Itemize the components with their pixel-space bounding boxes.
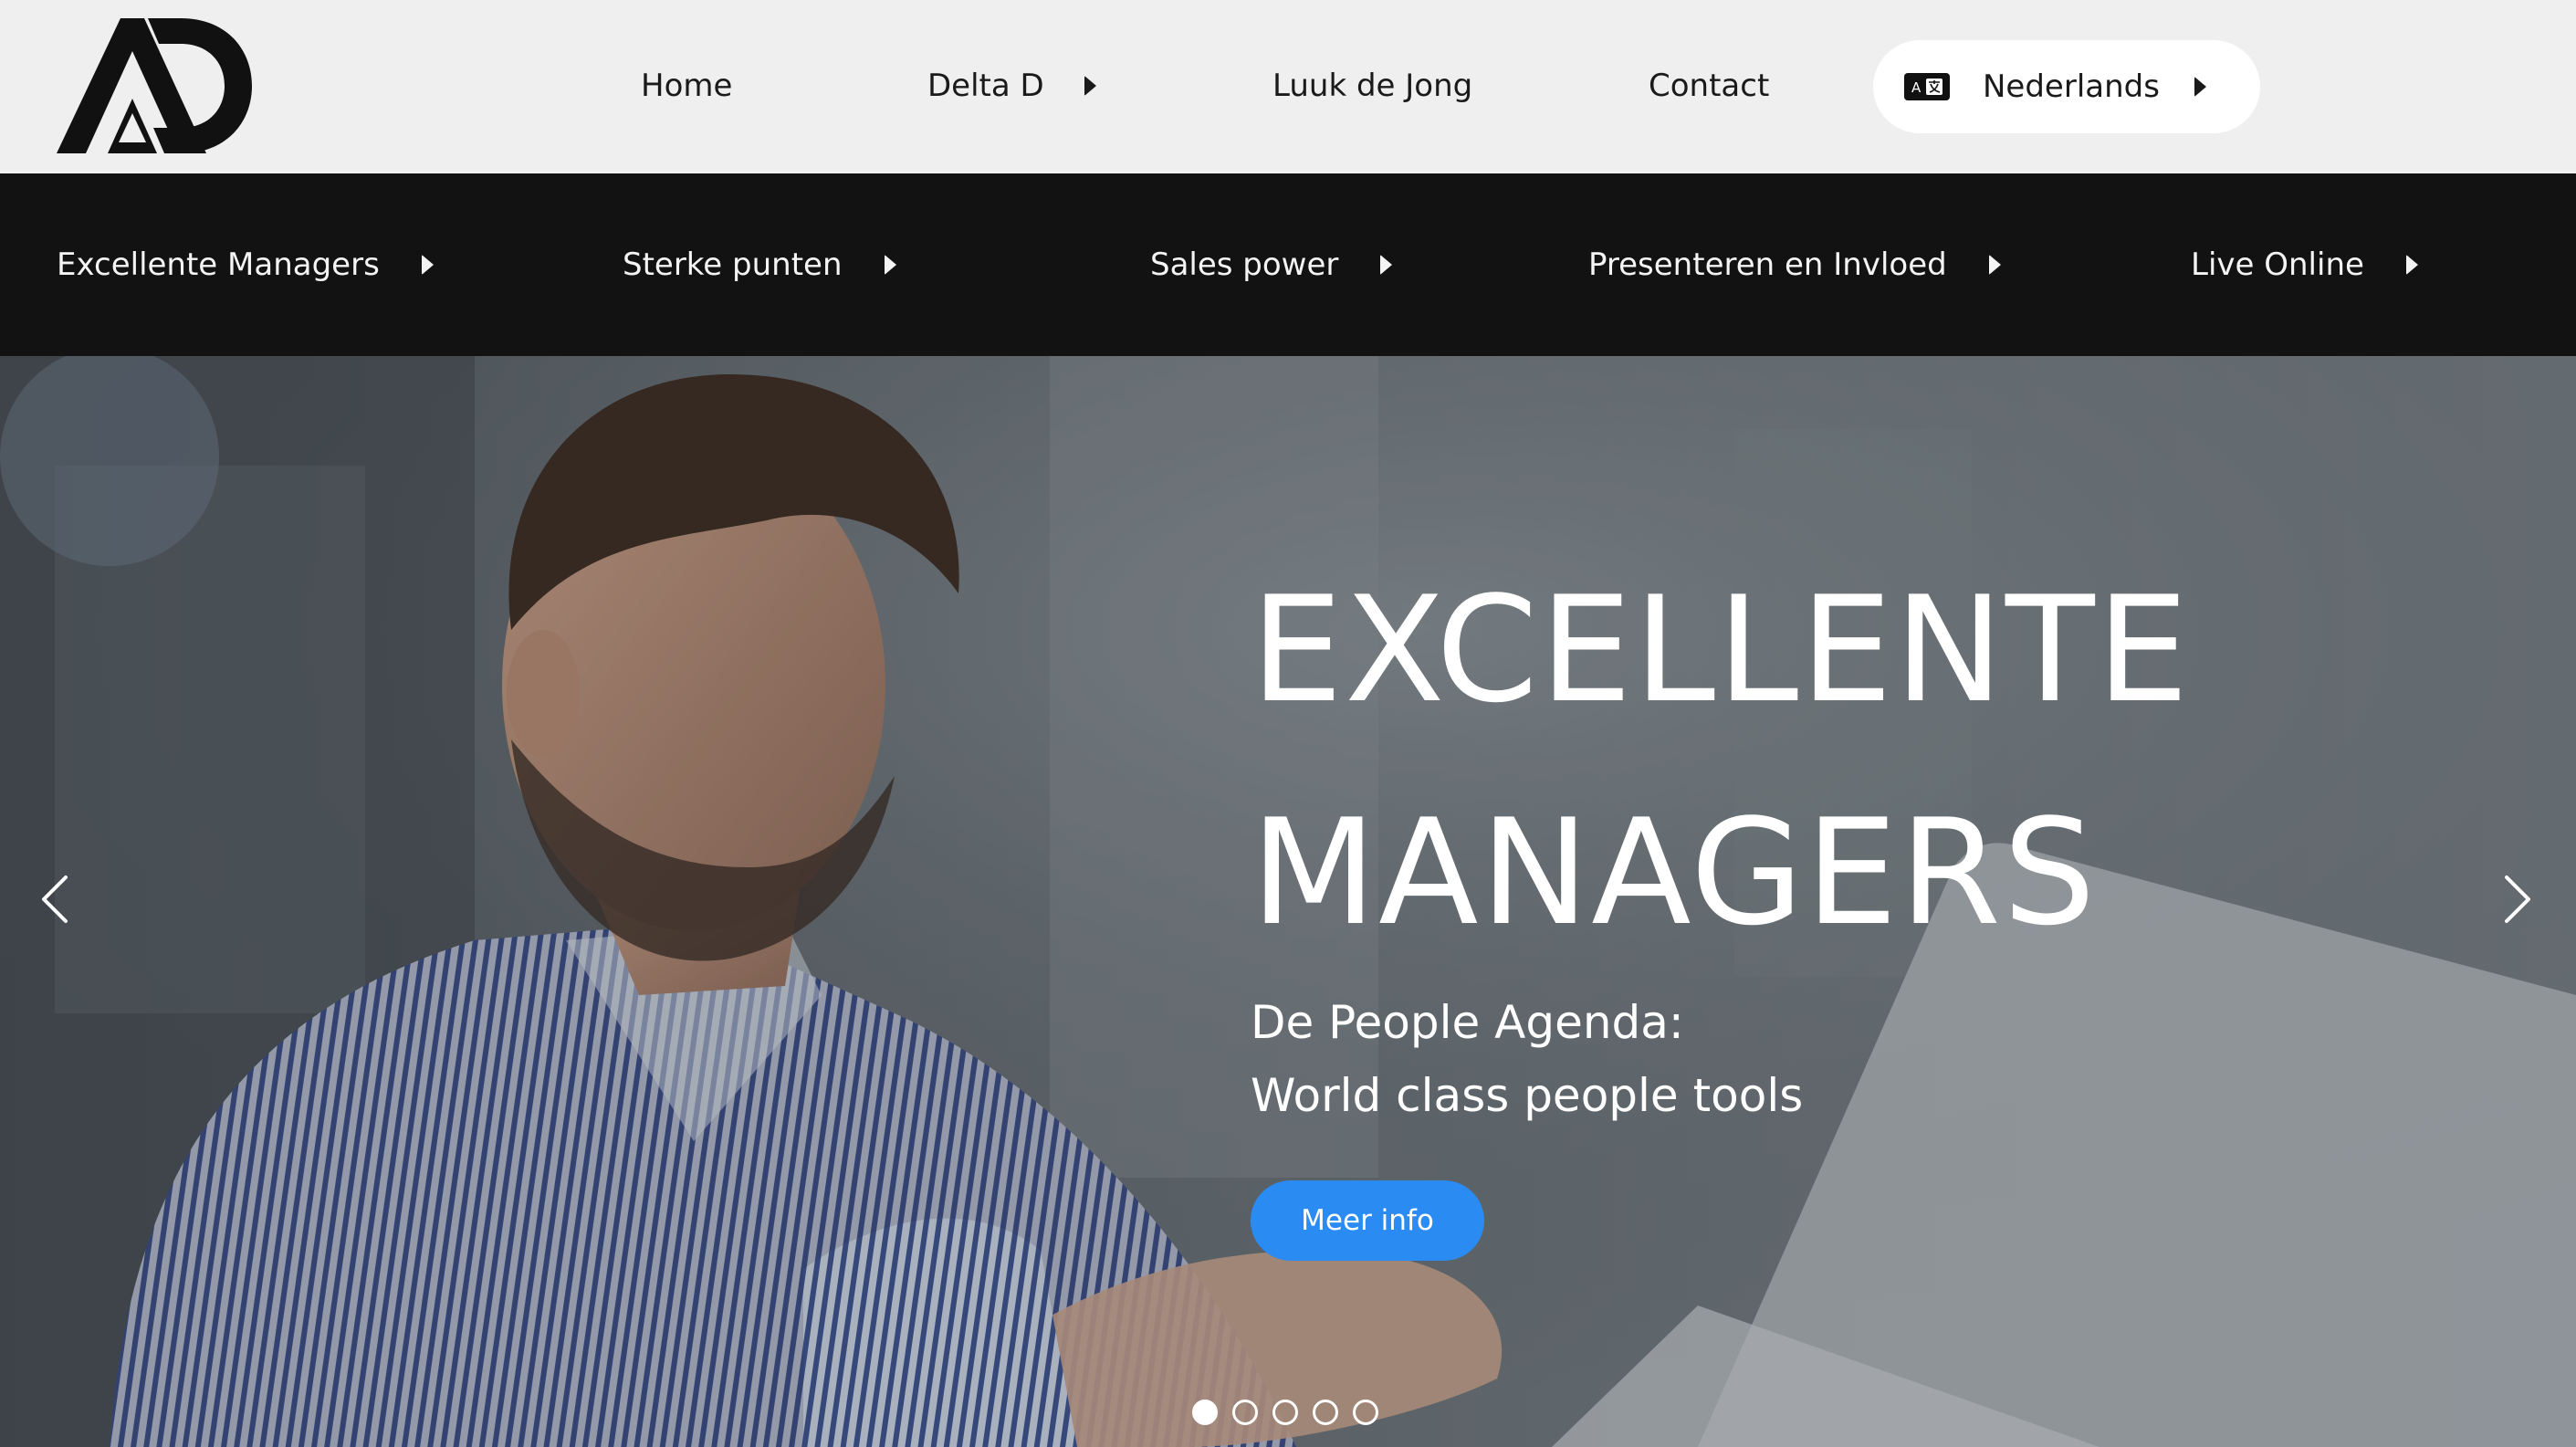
hero-title-line1: EXCELLENTE xyxy=(1251,564,2191,735)
slide-dot-4[interactable] xyxy=(1313,1400,1338,1425)
hero-slider: EXCELLENTE MANAGERS De People Agenda: Wo… xyxy=(0,356,2576,1447)
slide-indicators xyxy=(1192,1400,1378,1427)
previous-slide-button[interactable] xyxy=(37,872,73,927)
nav-home-label: Home xyxy=(641,68,733,104)
nav-contact[interactable]: Contact xyxy=(1649,57,1769,115)
slide-dot-5[interactable] xyxy=(1353,1400,1378,1425)
caret-right-icon xyxy=(2405,255,2418,275)
nav-delta-d-label: Delta D xyxy=(927,68,1044,104)
subnav-presenteren-en-invloed-label: Presenteren en Invloed xyxy=(1588,246,1947,283)
nav-delta-d[interactable]: Delta D xyxy=(927,57,1096,115)
chevron-left-icon xyxy=(42,876,68,923)
slide-dot-3[interactable] xyxy=(1272,1400,1298,1425)
subnav-live-online[interactable]: Live Online xyxy=(2191,234,2418,296)
subnav-live-online-label: Live Online xyxy=(2191,246,2364,283)
subnav-sterke-punten[interactable]: Sterke punten xyxy=(623,234,896,296)
chevron-right-icon xyxy=(2505,876,2530,923)
ad-logo[interactable] xyxy=(53,15,254,159)
subnav-presenteren-en-invloed[interactable]: Presenteren en Invloed xyxy=(1588,234,2001,296)
translate-icon: A xyxy=(1904,73,1950,100)
caret-right-icon xyxy=(2194,77,2206,97)
nav-luuk-de-jong-label: Luuk de Jong xyxy=(1272,68,1473,104)
language-label: Nederlands xyxy=(1983,68,2160,105)
hero-subtitle-line1: De People Agenda: xyxy=(1251,996,1684,1049)
subnav-sales-power-label: Sales power xyxy=(1150,246,1339,283)
nav-home[interactable]: Home xyxy=(641,57,732,115)
hero-title: EXCELLENTE MANAGERS xyxy=(1251,539,2437,984)
logo-icon xyxy=(57,18,252,153)
hero-title-line2: MANAGERS xyxy=(1251,787,2098,958)
language-selector[interactable]: A Nederlands xyxy=(1873,40,2260,133)
top-bar: Home Delta D Luuk de Jong Contact A Nede… xyxy=(0,0,2576,173)
nav-luuk-de-jong[interactable]: Luuk de Jong xyxy=(1272,57,1472,115)
caret-right-icon xyxy=(421,255,434,275)
slide-dot-2[interactable] xyxy=(1232,1400,1258,1425)
subnav-sterke-punten-label: Sterke punten xyxy=(623,246,843,283)
subnav-excellente-managers-label: Excellente Managers xyxy=(57,246,380,283)
page: Home Delta D Luuk de Jong Contact A Nede… xyxy=(0,0,2576,1447)
sub-nav: Excellente Managers Sterke punten Sales … xyxy=(0,173,2576,356)
meer-info-button[interactable]: Meer info xyxy=(1251,1180,1484,1261)
subnav-sales-power[interactable]: Sales power xyxy=(1150,234,1393,296)
hero-subtitle-line2: World class people tools xyxy=(1251,1069,1804,1122)
caret-right-icon xyxy=(884,255,896,275)
next-slide-button[interactable] xyxy=(2499,872,2536,927)
hero-subtitle: De People Agenda: World class people too… xyxy=(1251,986,1803,1132)
caret-right-icon xyxy=(1988,255,2001,275)
slide-dot-1[interactable] xyxy=(1192,1400,1218,1425)
caret-right-icon xyxy=(1380,255,1393,275)
subnav-excellente-managers[interactable]: Excellente Managers xyxy=(57,234,434,296)
caret-right-icon xyxy=(1084,76,1096,96)
nav-contact-label: Contact xyxy=(1649,68,1770,104)
svg-text:A: A xyxy=(1911,79,1922,96)
